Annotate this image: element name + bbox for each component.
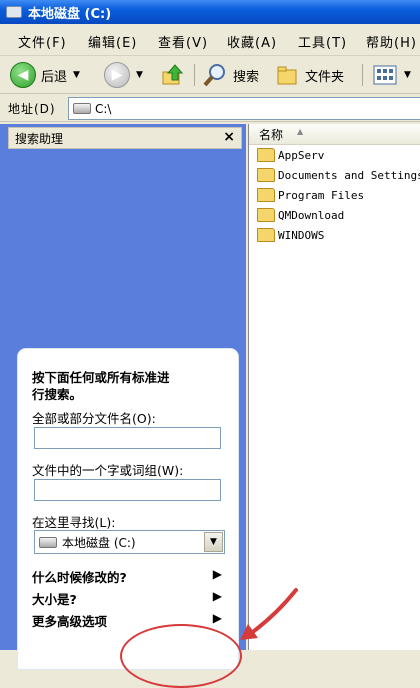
search-form: 按下面任何或所有标准进 行搜索。 全部或部分文件名(O): 文件中的一个字或词组… [17, 348, 239, 670]
address-field[interactable]: C:\ [68, 97, 420, 120]
drive-icon [73, 103, 91, 114]
folder-icon [257, 208, 275, 222]
filename-label: 全部或部分文件名(O): [32, 411, 156, 426]
dropdown-arrow-icon: ▼ [404, 70, 411, 80]
column-header-name[interactable]: 名称 ▲ [249, 124, 420, 145]
menu-bar: 文件(F) 编辑(E) 查看(V) 收藏(A) 工具(T) 帮助(H) [0, 24, 420, 56]
dropdown-arrow-icon: ▼ [73, 70, 80, 80]
address-label: 地址(D) [8, 102, 56, 116]
file-name: QMDownload [278, 208, 345, 222]
option-size[interactable]: 大小是? ▶ [32, 589, 222, 607]
views-grid-icon [373, 65, 397, 85]
up-button[interactable] [160, 61, 186, 89]
list-item[interactable]: AppServ [257, 146, 324, 164]
column-name-label: 名称 [259, 128, 284, 142]
menu-file[interactable]: 文件(F) [18, 32, 67, 51]
search-label: 搜索 [233, 69, 260, 85]
sort-arrow-icon: ▲ [297, 127, 304, 136]
annotation-arrow-icon [240, 588, 298, 640]
phrase-label: 文件中的一个字或词组(W): [32, 463, 184, 478]
annotation-circle [120, 624, 242, 688]
menu-favorites[interactable]: 收藏(A) [227, 32, 277, 51]
title-bar: 本地磁盘 (C:) [0, 0, 420, 24]
expand-arrow-icon: ▶ [212, 567, 222, 581]
close-icon[interactable]: × [223, 129, 235, 145]
folder-up-icon [162, 64, 184, 85]
drive-icon [6, 6, 22, 18]
file-name: Documents and Settings [278, 168, 420, 182]
list-item[interactable]: QMDownload [257, 206, 344, 224]
lookin-value: 本地磁盘 (C:) [62, 535, 136, 550]
back-button[interactable]: ◀ 后退 ▼ [10, 61, 80, 89]
list-item[interactable]: Program Files [257, 186, 364, 204]
lookin-select[interactable]: 本地磁盘 (C:) ▼ [34, 530, 225, 554]
toolbar-separator [362, 64, 363, 86]
search-instructions-line2: 行搜索。 [32, 387, 83, 402]
list-item[interactable]: Documents and Settings [257, 166, 420, 184]
option-label: 什么时候修改的? [32, 570, 127, 585]
folder-icon [257, 188, 275, 202]
lookin-label: 在这里寻找(L): [32, 515, 116, 530]
search-pane-header: 搜索助理 × [8, 127, 242, 149]
back-label: 后退 [41, 69, 68, 85]
views-button[interactable]: ▼ [372, 61, 411, 89]
file-name: AppServ [278, 148, 325, 162]
window-title: 本地磁盘 (C:) [28, 6, 112, 22]
expand-arrow-icon: ▶ [212, 611, 222, 625]
list-item[interactable]: WINDOWS [257, 226, 324, 244]
address-bar: 地址(D) C:\ [0, 94, 420, 122]
option-date-modified[interactable]: 什么时候修改的? ▶ [32, 567, 222, 585]
back-arrow-icon: ◀ [10, 62, 36, 88]
search-button[interactable]: 搜索 [202, 61, 259, 89]
phrase-input[interactable] [34, 479, 221, 501]
search-pane-title: 搜索助理 [15, 132, 64, 146]
filename-input[interactable] [34, 427, 221, 449]
expand-arrow-icon: ▶ [212, 589, 222, 603]
dropdown-arrow-icon: ▼ [136, 70, 143, 80]
folders-icon [277, 66, 297, 85]
forward-button[interactable]: ▶ ▼ [104, 61, 143, 89]
toolbar: ◀ 后退 ▼ ▶ ▼ 搜索 文件夹 ▼ [0, 56, 420, 94]
forward-arrow-icon: ▶ [104, 62, 130, 88]
file-list: 名称 ▲ AppServ Documents and Settings Prog… [248, 124, 420, 650]
option-label: 大小是? [32, 592, 77, 607]
folder-icon [257, 168, 275, 182]
folder-icon [257, 148, 275, 162]
dropdown-arrow-icon[interactable]: ▼ [204, 532, 223, 552]
file-name: Program Files [278, 188, 365, 202]
menu-tools[interactable]: 工具(T) [298, 32, 347, 51]
menu-view[interactable]: 查看(V) [158, 32, 208, 51]
toolbar-separator [194, 64, 195, 86]
search-pane: 搜索助理 × 按下面任何或所有标准进 行搜索。 全部或部分文件名(O): 文件中… [0, 124, 246, 670]
address-value: C:\ [95, 101, 112, 116]
menu-edit[interactable]: 编辑(E) [88, 32, 137, 51]
folders-label: 文件夹 [305, 69, 345, 85]
drive-icon [39, 536, 57, 548]
option-label: 更多高级选项 [32, 614, 108, 629]
folders-button[interactable]: 文件夹 [276, 61, 344, 89]
file-name: WINDOWS [278, 228, 325, 242]
menu-help[interactable]: 帮助(H) [366, 32, 417, 51]
folder-icon [257, 228, 275, 242]
magnifier-icon [203, 64, 225, 87]
